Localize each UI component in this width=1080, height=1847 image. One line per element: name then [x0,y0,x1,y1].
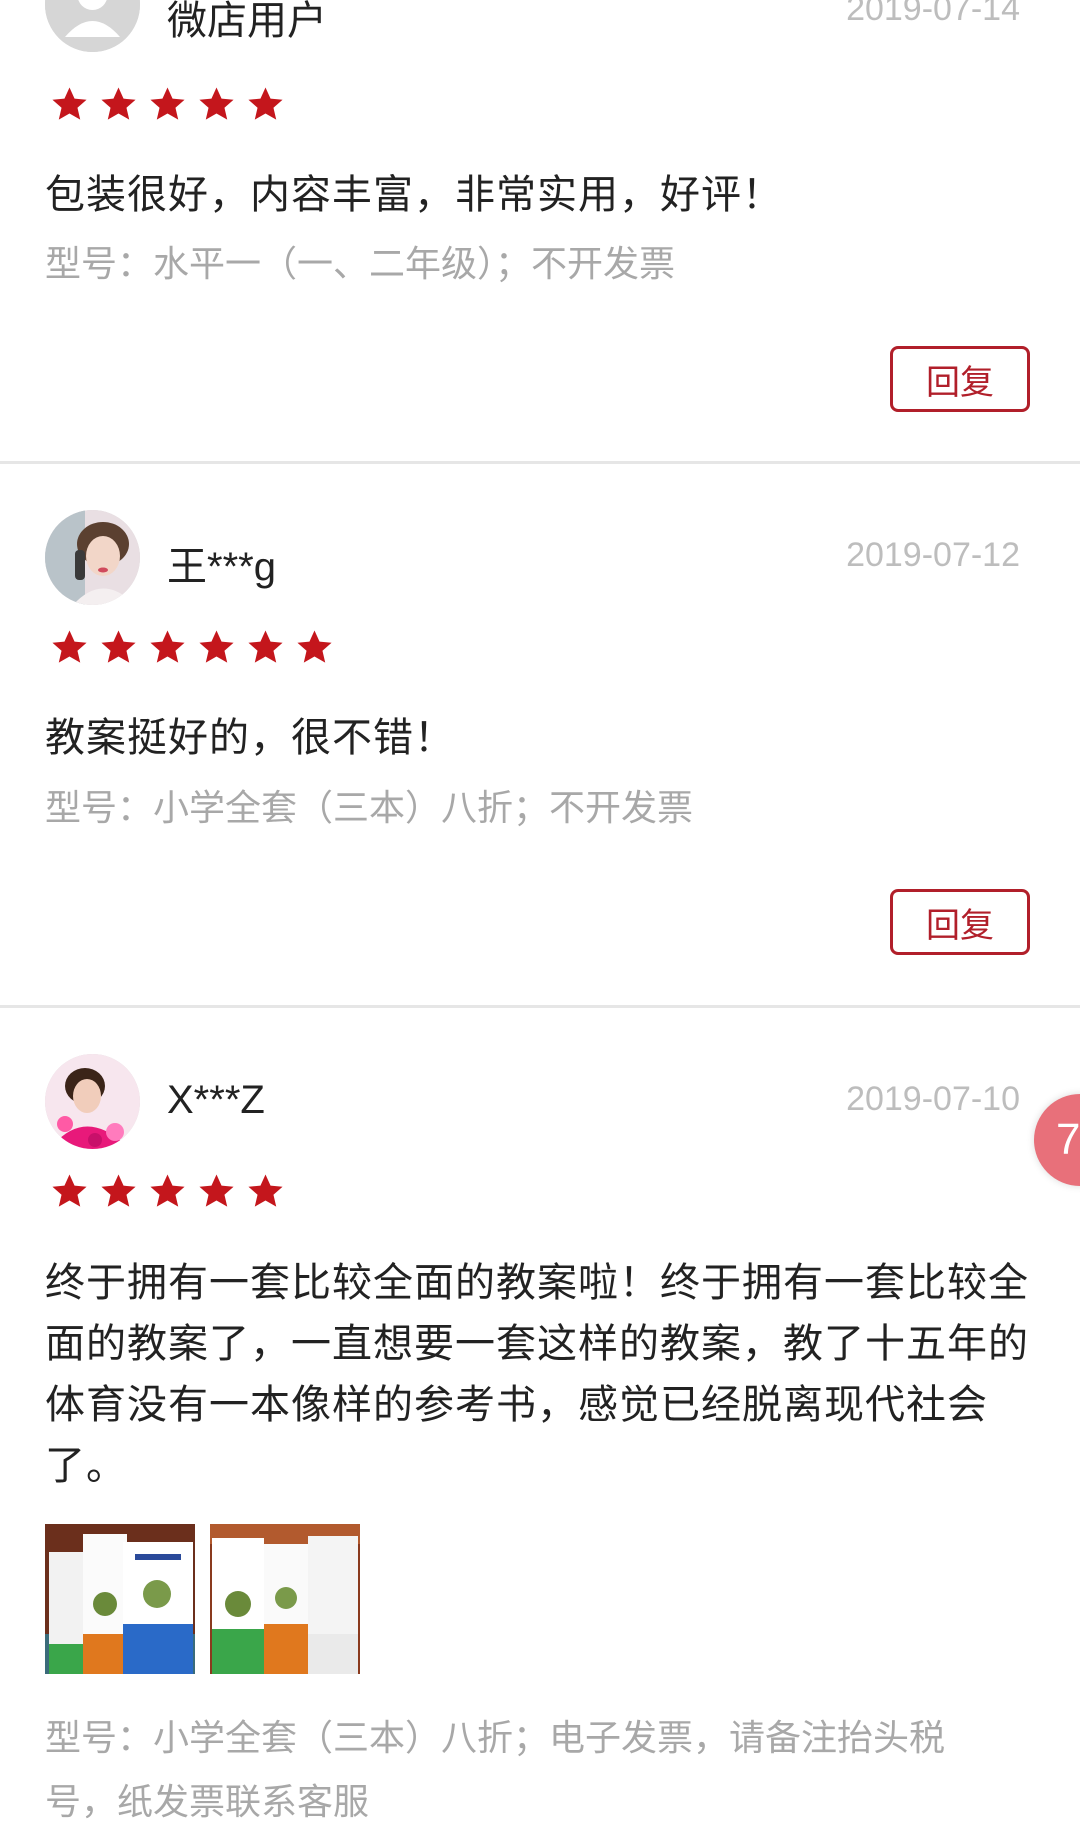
review-username: 王***g [167,545,276,589]
review-model: 型号：小学全套（三本）八折；不开发票 [45,787,694,828]
floating-badge[interactable]: 7 [1034,1094,1080,1186]
star-icon [150,1174,185,1207]
reply-button[interactable]: 回复 [890,889,1030,955]
review-content: 终于拥有一套比较全面的教案啦！终于拥有一套比较全面的教案了，一直想要一套这样的教… [45,1261,1029,1488]
star-icon [248,87,283,120]
star-icon [101,87,136,120]
star-rating [50,1172,285,1212]
user-avatar[interactable] [45,0,140,52]
user-avatar[interactable] [45,1054,140,1149]
review-photo[interactable] [210,1524,360,1674]
star-icon [52,87,87,120]
review-date: 2019-07-14 [846,0,1020,28]
review-divider [0,1005,1080,1008]
review-content: 包装很好，内容丰富，非常实用，好评！ [45,173,783,217]
star-icon [248,1174,283,1207]
review-model: 型号：小学全套（三本）八折；电子发票，请备注抬头税号，纸发票联系客服 [45,1717,946,1822]
default-avatar-icon [45,0,140,52]
user-avatar[interactable] [45,510,140,605]
star-icon [150,630,185,663]
star-icon [150,87,185,120]
star-icon [199,630,234,663]
star-icon [52,1174,87,1207]
review-username: 微店用户 [167,0,327,43]
review-photo[interactable] [45,1524,195,1674]
review-username: X***Z [167,1078,265,1122]
review-divider [0,461,1080,464]
star-icon [199,87,234,120]
profile-photo [45,510,140,605]
star-icon [52,630,87,663]
star-icon [101,1174,136,1207]
book-photo-1 [45,1524,195,1674]
star-icon [297,630,332,663]
review-date: 2019-07-10 [846,1080,1020,1118]
star-rating [50,628,334,668]
star-icon [101,630,136,663]
review-model: 型号：水平一（一、二年级）；不开发票 [45,243,676,284]
review-content: 教案挺好的，很不错！ [45,716,455,760]
profile-photo [45,1054,140,1149]
star-icon [199,1174,234,1207]
review-date: 2019-07-12 [846,536,1020,574]
star-rating [50,85,285,125]
star-icon [248,630,283,663]
book-photo-2 [210,1524,360,1674]
reply-button[interactable]: 回复 [890,346,1030,412]
